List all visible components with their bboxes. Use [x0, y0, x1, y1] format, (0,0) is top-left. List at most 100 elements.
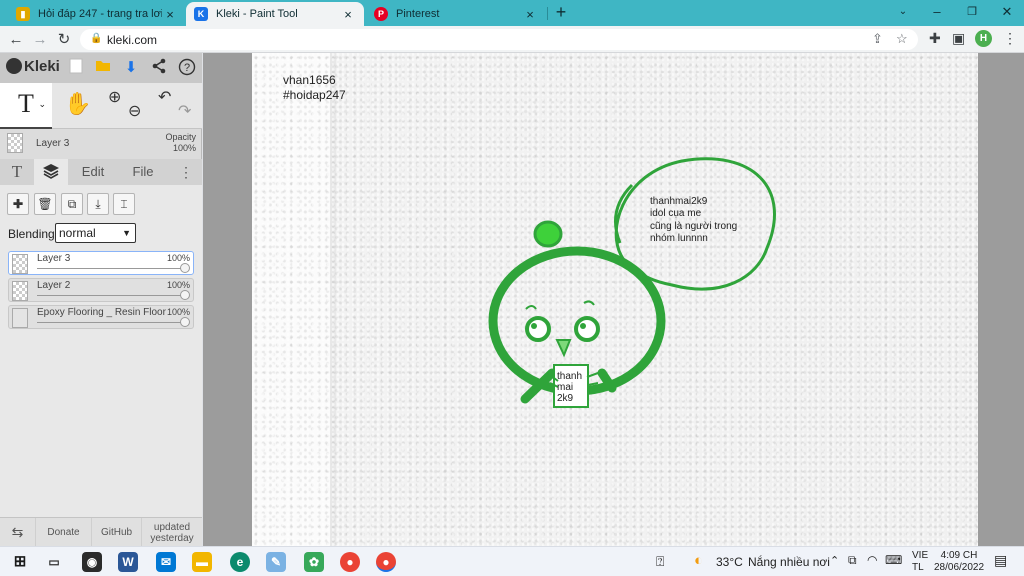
task-view-icon[interactable]: ▭: [44, 552, 64, 572]
sidebar-footer: ⇆ Donate GitHub updated yesterday: [0, 517, 202, 547]
kleki-favicon-icon: K: [194, 7, 208, 21]
add-layer-button[interactable]: ✚: [7, 193, 29, 215]
chrome-profile-icon[interactable]: ●: [376, 552, 396, 572]
weather-text[interactable]: Nắng nhiều nơi: [748, 555, 830, 569]
temperature-text[interactable]: 33°C: [716, 555, 743, 569]
more-icon[interactable]: ⋮: [172, 159, 200, 185]
tab-close-icon[interactable]: ×: [162, 7, 178, 22]
layer-item[interactable]: Layer 2 100%: [8, 278, 194, 302]
help-icon[interactable]: ?: [177, 58, 197, 78]
opacity-slider-knob[interactable]: [180, 263, 190, 273]
address-bar[interactable]: 🔒 kleki.com ⇪ ☆: [80, 29, 918, 50]
github-link[interactable]: GitHub: [92, 518, 142, 547]
wifi-icon[interactable]: ◠: [867, 553, 877, 567]
weather-icon: ◐: [694, 552, 704, 569]
file-explorer-icon[interactable]: ▬: [192, 552, 212, 572]
layer-item[interactable]: Epoxy Flooring _ Resin Floor 100%: [8, 305, 194, 329]
rename-layer-button[interactable]: ⌶: [113, 193, 135, 215]
close-window-button[interactable]: ✕: [990, 2, 1024, 22]
layer-opacity: 100%: [166, 280, 190, 290]
delete-layer-button[interactable]: 🗑: [34, 193, 56, 215]
tab-hoidap247[interactable]: ▮ Hỏi đáp 247 - trang tra lơi ×: [8, 2, 186, 26]
layer-thumbnail: [12, 308, 28, 328]
display-tray-icon[interactable]: ⧉: [848, 553, 857, 568]
blending-value: normal: [59, 226, 96, 240]
profile-avatar[interactable]: H: [975, 30, 992, 47]
game-icon[interactable]: ✿: [304, 552, 324, 572]
tab-edit[interactable]: Edit: [68, 159, 118, 185]
extensions-icon[interactable]: ✚: [929, 30, 941, 47]
changelog-link[interactable]: updated yesterday: [142, 518, 202, 547]
edge-icon[interactable]: e: [230, 552, 250, 572]
hand-tool-icon[interactable]: ✋: [64, 91, 91, 117]
chevron-down-icon[interactable]: ⌄: [38, 83, 46, 125]
duplicate-layer-button[interactable]: ⧉: [61, 193, 83, 215]
word-icon[interactable]: W: [118, 552, 138, 572]
layer-opacity: 100%: [166, 253, 190, 263]
sign-line: thanh: [557, 371, 582, 382]
undo-icon[interactable]: ↶: [158, 87, 171, 107]
opacity-slider-knob[interactable]: [180, 290, 190, 300]
tab-close-icon[interactable]: ×: [340, 7, 356, 22]
opacity-slider[interactable]: [37, 295, 185, 296]
reload-icon[interactable]: ↻: [54, 30, 74, 50]
blending-select[interactable]: normal ▼: [55, 223, 136, 243]
share-icon[interactable]: [149, 58, 169, 78]
tab-kleki[interactable]: K Kleki - Paint Tool ×: [186, 2, 364, 26]
new-tab-button[interactable]: +: [552, 3, 570, 22]
kleki-logo[interactable]: Kleki: [6, 58, 60, 75]
share-icon[interactable]: ⇪: [872, 31, 883, 47]
tab-close-icon[interactable]: ×: [522, 7, 538, 22]
redo-icon[interactable]: ↷: [178, 101, 191, 121]
text-tool-button[interactable]: T ⌄: [0, 83, 52, 129]
drawing-canvas[interactable]: vhan1656 #hoidap247 thanh mai 2k9 thanhm…: [252, 53, 978, 546]
tab-text[interactable]: T: [0, 159, 34, 185]
logo-text: Kleki: [24, 58, 60, 75]
chrome-icon[interactable]: ●: [340, 552, 360, 572]
url-text: kleki.com: [107, 33, 158, 47]
tab-pinterest[interactable]: P Pinterest ×: [366, 2, 546, 26]
swap-sides-icon[interactable]: ⇆: [0, 518, 36, 547]
left-eyebrow: [525, 305, 537, 310]
restore-button[interactable]: ❐: [955, 2, 989, 22]
language-indicator[interactable]: VIE TL: [912, 550, 928, 574]
current-layer-info: Layer 3 Opacity 100%: [0, 129, 202, 159]
opacity-slider[interactable]: [37, 322, 185, 323]
chevron-up-icon[interactable]: ⌃: [830, 554, 839, 567]
merge-layer-button[interactable]: ⤓: [87, 193, 109, 215]
tool-row: T ⌄ ✋ ⊕ ⊖ ↶ ↷: [0, 83, 202, 129]
minimize-button[interactable]: –: [920, 2, 954, 22]
tab-title: Hỏi đáp 247 - trang tra lơi: [38, 8, 162, 20]
back-icon[interactable]: ←: [6, 30, 26, 50]
tab-file[interactable]: File: [118, 159, 168, 185]
opacity-slider-knob[interactable]: [180, 317, 190, 327]
hoidap-favicon-icon: ▮: [16, 7, 30, 21]
side-panel-icon[interactable]: ▣: [952, 30, 965, 47]
help-tray-icon[interactable]: ⍰: [656, 553, 664, 570]
menu-icon[interactable]: ⋮: [1003, 30, 1017, 47]
layer-item[interactable]: Layer 3 100%: [8, 251, 194, 275]
keyboard-icon[interactable]: ⌨: [885, 553, 902, 567]
new-image-icon[interactable]: [66, 58, 86, 78]
paint-icon[interactable]: ✎: [266, 552, 286, 572]
forward-icon[interactable]: →: [30, 30, 50, 50]
layer-name: Layer 3: [37, 253, 71, 264]
zoom-out-icon[interactable]: ⊖: [128, 101, 141, 121]
tab-layers[interactable]: [34, 159, 68, 185]
windows-start-icon[interactable]: ⊞: [10, 552, 30, 572]
notification-icon[interactable]: ▤: [994, 552, 1007, 569]
download-icon[interactable]: ⬇: [121, 58, 141, 78]
zoom-app-icon[interactable]: ◉: [82, 552, 102, 572]
mail-icon[interactable]: ✉: [156, 552, 176, 572]
speech-line: nhóm lunnnn: [650, 233, 708, 244]
open-folder-icon[interactable]: [93, 58, 113, 78]
donate-link[interactable]: Donate: [36, 518, 92, 547]
opacity-slider[interactable]: [37, 268, 185, 269]
tab-search-icon[interactable]: ⌄: [886, 2, 920, 22]
layer-thumbnail: [12, 254, 28, 274]
layer-thumbnail: [12, 281, 28, 301]
clock-date: 28/06/2022: [934, 562, 985, 573]
clock[interactable]: 4:09 CH 28/06/2022: [934, 550, 984, 574]
bookmark-star-icon[interactable]: ☆: [896, 31, 908, 47]
zoom-in-icon[interactable]: ⊕: [108, 87, 121, 107]
